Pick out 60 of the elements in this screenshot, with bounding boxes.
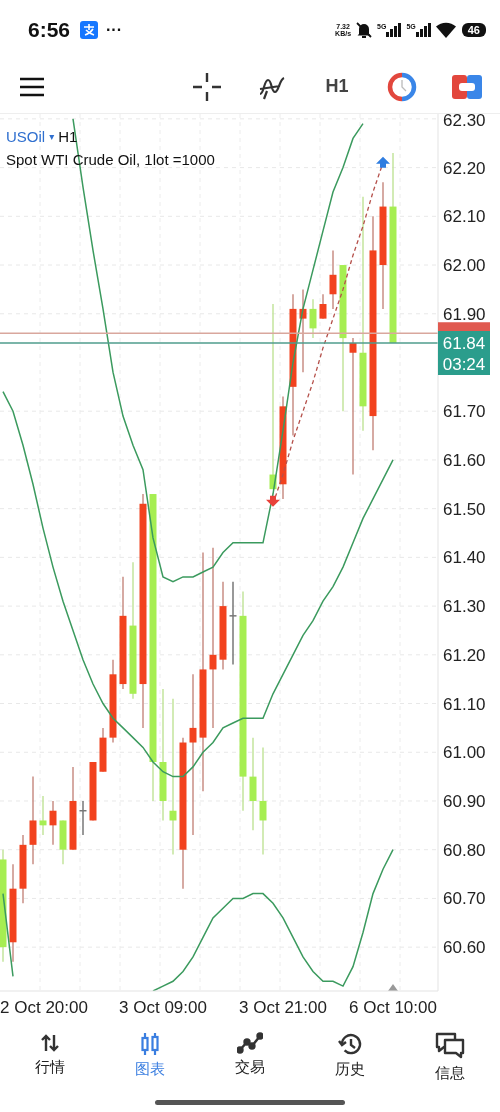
sell-arrow-icon <box>266 495 280 507</box>
price-axis-label: 62.10 <box>443 207 486 227</box>
price-axis-label: 61.60 <box>443 450 486 470</box>
price-axis-label: 60.70 <box>443 889 486 909</box>
candlestick <box>309 298 317 339</box>
signal-icon <box>386 23 403 37</box>
candlestick <box>49 800 57 846</box>
muted-bell-icon <box>355 21 374 39</box>
candlestick <box>329 249 337 310</box>
crosshair-icon <box>193 72 221 101</box>
candlestick <box>99 727 107 773</box>
app-notification-icon <box>80 21 99 39</box>
symbol-name[interactable]: USOil <box>6 128 46 145</box>
more-notifications: ··· <box>106 21 122 39</box>
time-axis-label: 2 Oct 20:00 <box>0 998 88 1017</box>
price-axis-label: 61.40 <box>443 548 486 568</box>
clock-ring-icon <box>387 71 417 102</box>
nav-tab[interactable]: 交易 <box>200 1028 300 1112</box>
candlestick <box>39 795 47 836</box>
history-icon <box>337 1032 363 1056</box>
current-price: 61.84 <box>442 334 486 353</box>
price-axis-label: 62.30 <box>443 114 486 130</box>
time-axis-label: 6 Oct 10:00 <box>349 998 437 1017</box>
price-tag <box>438 331 490 375</box>
status-time: 6:56 <box>28 18 71 42</box>
candlestick-icon <box>139 1032 161 1056</box>
chat-icon <box>435 1032 465 1060</box>
toggle-icon <box>452 74 482 99</box>
price-axis-label: 61.90 <box>443 304 486 324</box>
price-axis-label: 62.00 <box>443 256 486 276</box>
battery-level: 46 <box>461 23 486 37</box>
price-axis-label: 61.50 <box>443 499 486 519</box>
nav-tab[interactable]: 行情 <box>0 1028 100 1112</box>
trend-line-icon <box>237 1032 263 1054</box>
signal-icon <box>415 23 432 37</box>
time-axis-label: 3 Oct 21:00 <box>239 998 327 1017</box>
price-axis-label: 62.20 <box>443 158 486 178</box>
price-axis-label: 61.70 <box>443 402 486 422</box>
candlestick <box>59 819 67 866</box>
symbol-caret[interactable]: ▾ <box>49 131 55 142</box>
timeframe-button[interactable]: H1 <box>317 70 357 103</box>
bar-countdown: 03:24 <box>442 355 486 374</box>
menu-icon <box>19 76 45 97</box>
nav-tab[interactable]: 信息 <box>400 1028 500 1112</box>
buy-arrow-icon <box>376 156 390 168</box>
nav-tab[interactable]: 图表 <box>100 1028 200 1112</box>
candlestick <box>19 834 27 905</box>
wifi-icon <box>435 22 456 38</box>
sort-arrows-icon <box>39 1032 61 1054</box>
time-axis-label: 3 Oct 09:00 <box>119 998 207 1017</box>
price-axis-label: 61.10 <box>443 694 486 714</box>
price-axis-label: 60.60 <box>443 938 486 958</box>
nav-tab[interactable]: 历史 <box>300 1028 400 1112</box>
bar-marker-icon <box>388 984 398 991</box>
price-axis-label: 61.00 <box>443 743 486 763</box>
price-axis-label: 60.80 <box>443 840 486 860</box>
candlestick <box>319 293 327 320</box>
price-axis-label: 60.90 <box>443 792 486 811</box>
price-axis-label: 61.20 <box>443 645 486 665</box>
price-axis-label: 61.30 <box>443 597 486 617</box>
